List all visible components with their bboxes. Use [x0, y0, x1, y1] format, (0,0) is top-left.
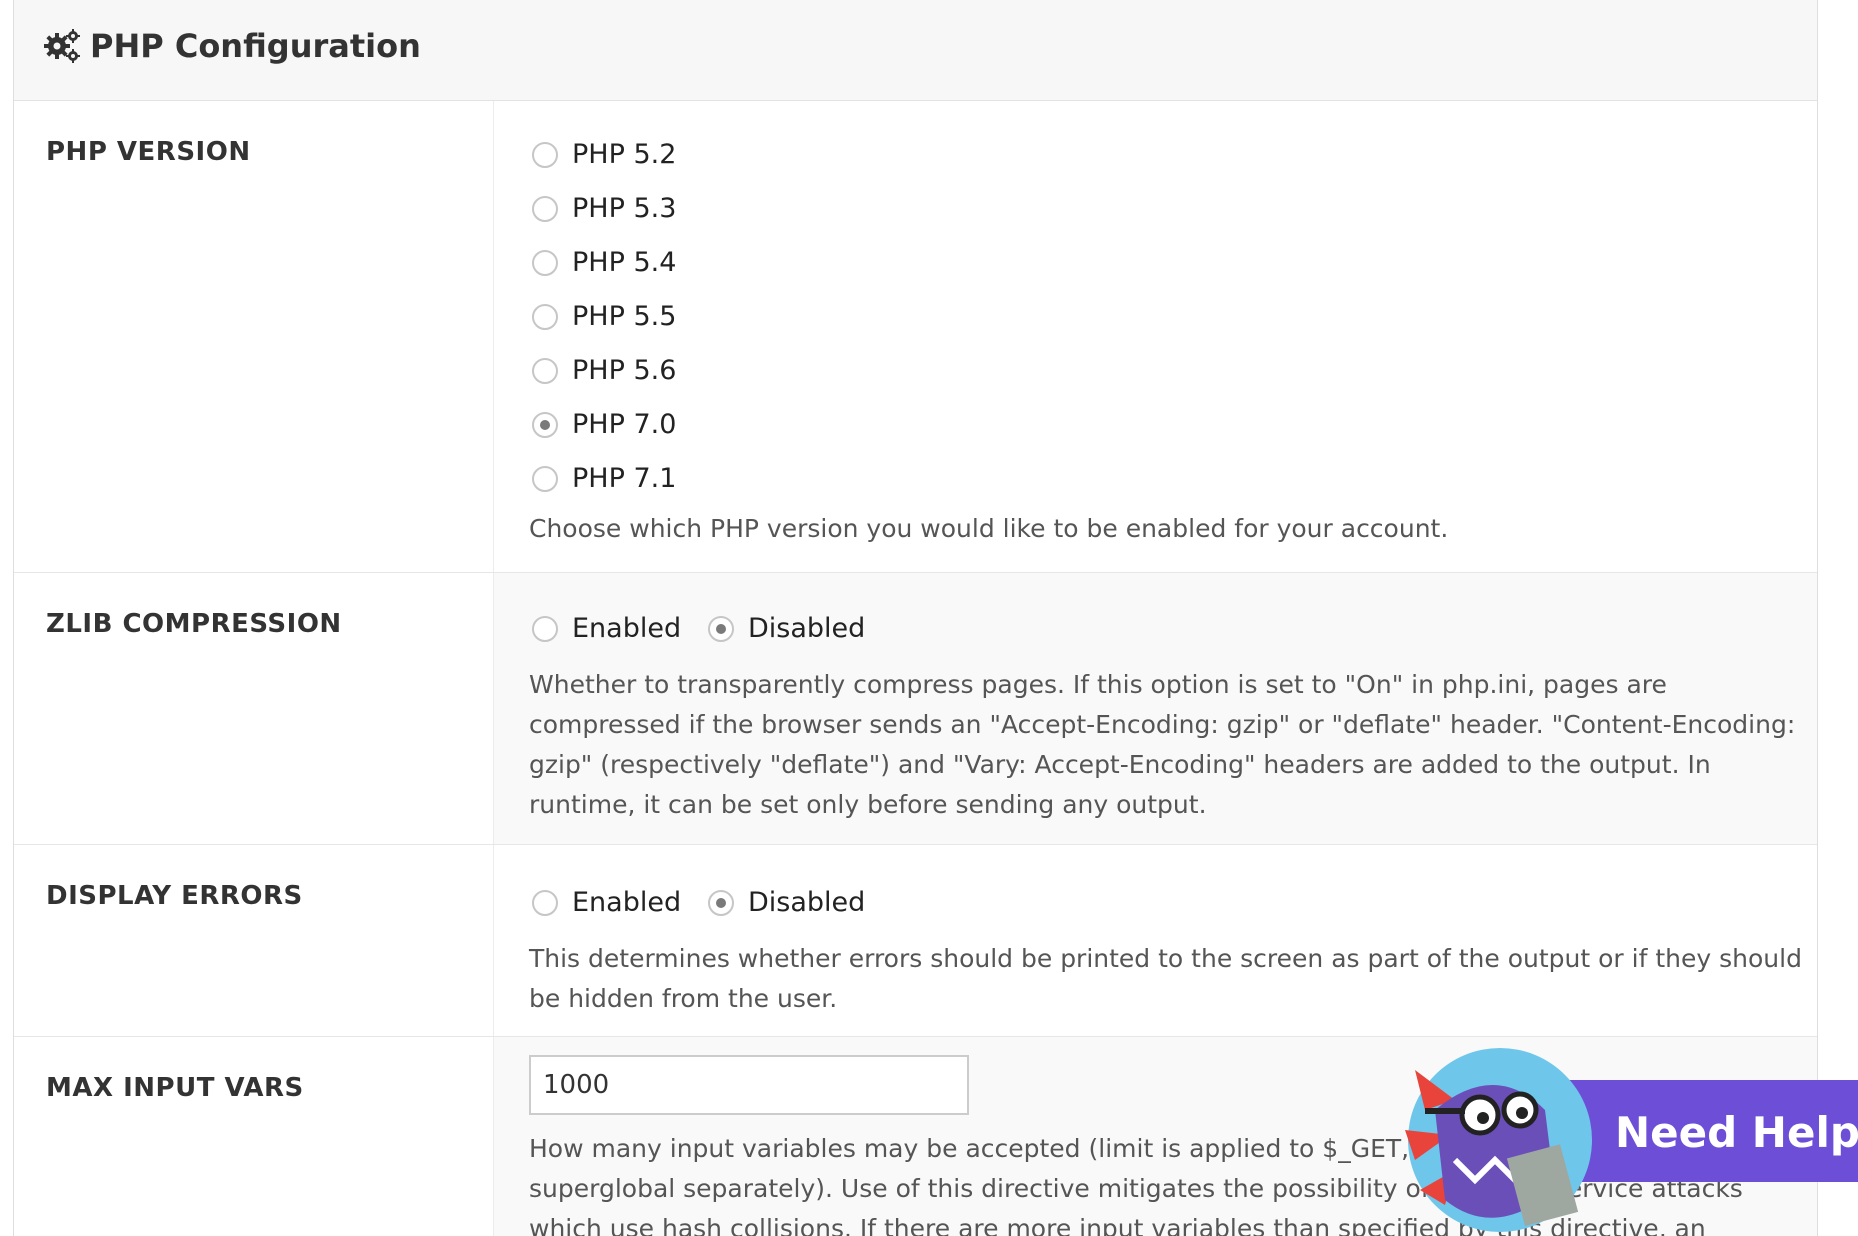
label-column: PHP VERSION — [14, 101, 494, 572]
zlib-disabled-radio[interactable] — [708, 615, 734, 642]
display-errors-disabled-option[interactable]: Disabled — [708, 887, 865, 918]
php-5-3-radio[interactable] — [532, 195, 558, 222]
php-version-row: PHP VERSION PHP 5.2 PHP 5.3 PHP 5.4 PHP — [14, 101, 1817, 573]
zlib-enabled-radio[interactable] — [532, 615, 558, 642]
need-help-label[interactable]: Need Help? — [1615, 1108, 1858, 1157]
gears-icon — [44, 29, 80, 63]
option-label: PHP 5.3 — [572, 193, 677, 224]
php-version-label: PHP VERSION — [46, 137, 251, 167]
php-7-0-option[interactable]: PHP 7.0 — [532, 409, 676, 440]
display-errors-description: This determines whether errors should be… — [529, 944, 1802, 1013]
zlib-description: Whether to transparently compress pages.… — [529, 670, 1796, 819]
mascot-icon[interactable] — [1395, 1040, 1595, 1236]
php-7-1-option[interactable]: PHP 7.1 — [532, 463, 676, 494]
option-label: PHP 5.5 — [572, 301, 677, 332]
display-errors-disabled-radio[interactable] — [708, 889, 734, 916]
option-label: Enabled — [572, 887, 682, 918]
label-column: MAX INPUT VARS — [14, 1037, 494, 1236]
display-errors-enabled-option[interactable]: Enabled — [532, 887, 681, 918]
panel-title-text: PHP Configuration — [90, 27, 421, 65]
value-column: Enabled Disabled Whether to transparentl… — [494, 573, 1817, 844]
option-label: PHP 5.4 — [572, 247, 677, 278]
php-5-3-option[interactable]: PHP 5.3 — [532, 193, 676, 224]
label-column: ZLIB COMPRESSION — [14, 573, 494, 844]
option-label: PHP 7.1 — [572, 463, 677, 494]
php-5-5-radio[interactable] — [532, 303, 558, 330]
php-5-6-radio[interactable] — [532, 357, 558, 384]
option-label: PHP 7.0 — [572, 409, 677, 440]
option-label: Disabled — [748, 887, 866, 918]
zlib-enabled-option[interactable]: Enabled — [532, 613, 681, 644]
php-5-2-option[interactable]: PHP 5.2 — [532, 139, 676, 170]
value-column: PHP 5.2 PHP 5.3 PHP 5.4 PHP 5.5 PHP 5.6 — [494, 101, 1817, 572]
display-errors-label: DISPLAY ERRORS — [46, 881, 303, 911]
option-label: PHP 5.6 — [572, 355, 677, 386]
value-column: Enabled Disabled This determines whether… — [494, 845, 1817, 1036]
zlib-compression-label: ZLIB COMPRESSION — [46, 609, 342, 639]
option-label: Enabled — [572, 613, 682, 644]
php-5-5-option[interactable]: PHP 5.5 — [532, 301, 676, 332]
max-input-vars-label: MAX INPUT VARS — [46, 1073, 304, 1103]
option-label: Disabled — [748, 613, 866, 644]
display-errors-row: DISPLAY ERRORS Enabled Disabled This det… — [14, 845, 1817, 1037]
php-5-2-radio[interactable] — [532, 141, 558, 168]
php-version-description: Choose which PHP version you would like … — [529, 514, 1449, 543]
zlib-compression-row: ZLIB COMPRESSION Enabled Disabled Whethe… — [14, 573, 1817, 845]
php-7-1-radio[interactable] — [532, 465, 558, 492]
php-7-0-radio[interactable] — [532, 411, 558, 438]
display-errors-enabled-radio[interactable] — [532, 889, 558, 916]
option-label: PHP 5.2 — [572, 139, 677, 170]
php-5-4-option[interactable]: PHP 5.4 — [532, 247, 676, 278]
label-column: DISPLAY ERRORS — [14, 845, 494, 1036]
panel-title: PHP Configuration — [44, 27, 421, 65]
php-5-6-option[interactable]: PHP 5.6 — [532, 355, 676, 386]
zlib-disabled-option[interactable]: Disabled — [708, 613, 865, 644]
php-config-page: PHP Configuration PHP VERSION PHP 5.2 PH… — [0, 0, 1858, 1236]
php-5-4-radio[interactable] — [532, 249, 558, 276]
panel-header: PHP Configuration — [14, 0, 1817, 101]
max-input-vars-input[interactable] — [529, 1055, 969, 1115]
